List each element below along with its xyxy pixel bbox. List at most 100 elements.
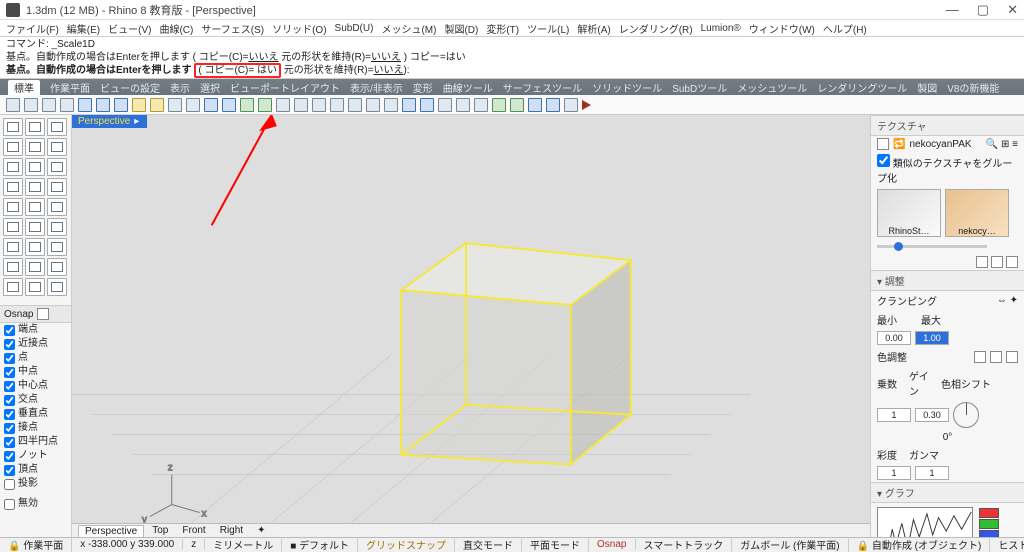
boolean-icon[interactable] — [3, 218, 23, 236]
texture-header[interactable]: テクスチャ — [871, 115, 1024, 136]
menu-lumion[interactable]: Lumion® — [701, 23, 741, 34]
group-icon[interactable] — [47, 238, 67, 256]
rotate-icon[interactable] — [186, 98, 200, 112]
grid-view-icon[interactable] — [976, 256, 988, 268]
extrude-icon[interactable] — [25, 198, 45, 216]
osnap-disable[interactable]: 無効 — [0, 497, 71, 511]
menu-solid[interactable]: ソリッド(O) — [272, 21, 326, 36]
graph-header[interactable]: ▾ グラフ — [871, 482, 1024, 503]
menu-help[interactable]: ヘルプ(H) — [823, 21, 867, 36]
t7-icon[interactable] — [474, 98, 488, 112]
menu-mesh[interactable]: メッシュ(M) — [381, 21, 436, 36]
t12-icon[interactable] — [564, 98, 578, 112]
osnap-cen[interactable]: 中心点 — [0, 379, 71, 393]
hue-dial[interactable] — [953, 402, 979, 428]
osnap-near[interactable]: 近接点 — [0, 337, 71, 351]
tab-subdtools[interactable]: SubDツール — [672, 80, 727, 95]
cut-icon[interactable] — [78, 98, 92, 112]
hatch-icon[interactable] — [47, 278, 67, 296]
menu-dim[interactable]: 製図(D) — [444, 21, 478, 36]
osnap-end[interactable]: 端点 — [0, 323, 71, 337]
texture-thumb-2[interactable]: nekocy… — [945, 189, 1009, 237]
status-history[interactable]: ヒストリを記録 — [990, 537, 1024, 552]
trim-icon[interactable] — [25, 218, 45, 236]
t2-icon[interactable] — [384, 98, 398, 112]
circle-icon[interactable] — [3, 158, 23, 176]
channel-b[interactable] — [979, 530, 999, 537]
layer-icon[interactable] — [276, 98, 290, 112]
scale-icon[interactable] — [3, 258, 23, 276]
panel-menu-icon[interactable] — [877, 138, 889, 150]
osnap-int[interactable]: 交点 — [0, 393, 71, 407]
tab-curvetools[interactable]: 曲線ツール — [443, 80, 493, 95]
pipe-icon[interactable] — [3, 198, 23, 216]
lasso-icon[interactable] — [25, 118, 45, 136]
multiplier[interactable]: 1 — [877, 408, 911, 422]
planar-icon[interactable] — [348, 98, 362, 112]
hide-icon[interactable] — [258, 98, 272, 112]
copy-icon[interactable] — [96, 98, 110, 112]
gamma[interactable]: 1 — [915, 466, 949, 480]
status-gumball[interactable]: ガムボール (作業平面) — [732, 537, 848, 552]
status-osnap[interactable]: Osnap — [589, 539, 635, 550]
menu-edit[interactable]: 編集(E) — [67, 21, 100, 36]
osnap-point[interactable]: 点 — [0, 351, 71, 365]
group-similar[interactable]: 類似のテクスチャをグループ化 — [877, 154, 1018, 185]
status-autocplane[interactable]: 🔒 自動作成 (オブジェクト) — [849, 537, 991, 552]
osnap-vertex[interactable]: 頂点 — [0, 463, 71, 477]
osnap-mid[interactable]: 中点 — [0, 365, 71, 379]
arc-icon[interactable] — [47, 138, 67, 156]
paste-icon[interactable] — [114, 98, 128, 112]
maximize-button[interactable]: ▢ — [977, 2, 989, 18]
open-icon[interactable] — [24, 98, 38, 112]
ca-i3[interactable] — [1006, 351, 1018, 363]
osnap-header[interactable]: Osnap — [0, 305, 71, 323]
copy-option-highlight[interactable]: ( コピー(C)= はい — [194, 63, 281, 78]
tab-standard[interactable]: 標準 — [8, 80, 40, 95]
menu-subd[interactable]: SubD(U) — [335, 23, 374, 34]
show-icon[interactable] — [240, 98, 254, 112]
undo-icon[interactable] — [132, 98, 146, 112]
tab-vplayout[interactable]: ビューポートレイアウト — [230, 80, 340, 95]
minimize-button[interactable]: — — [946, 2, 959, 18]
redo-icon[interactable] — [150, 98, 164, 112]
vp-tab-front[interactable]: Front — [176, 525, 211, 536]
array-icon[interactable] — [47, 258, 67, 276]
channel-g[interactable] — [979, 519, 999, 529]
sphere-icon[interactable] — [25, 178, 45, 196]
osnap-project[interactable]: 投影 — [0, 477, 71, 491]
tab-visibility[interactable]: 表示/非表示 — [350, 80, 403, 95]
tab-meshtools[interactable]: メッシュツール — [737, 80, 807, 95]
menu-transform[interactable]: 変形(T) — [486, 21, 519, 36]
saturation[interactable]: 1 — [877, 466, 911, 480]
tab-transform[interactable]: 変形 — [413, 80, 433, 95]
box-icon[interactable] — [3, 178, 23, 196]
menu-analyze[interactable]: 解析(A) — [577, 21, 610, 36]
t5-icon[interactable] — [438, 98, 452, 112]
join-icon[interactable] — [3, 238, 23, 256]
status-plane[interactable]: 🔒 作業平面 — [0, 537, 72, 552]
ca-i1[interactable] — [974, 351, 986, 363]
status-smarttrack[interactable]: スマートトラック — [636, 537, 733, 552]
tab-v8new[interactable]: V8の新機能 — [947, 80, 999, 95]
menu-curve[interactable]: 曲線(C) — [159, 21, 193, 36]
status-planar[interactable]: 平面モード — [522, 537, 589, 552]
vp-tab-top[interactable]: Top — [146, 525, 174, 536]
tab-rendertools[interactable]: レンダリングツール — [817, 80, 907, 95]
new-icon[interactable] — [6, 98, 20, 112]
t6-icon[interactable] — [456, 98, 470, 112]
tab-drafting[interactable]: 製図 — [917, 80, 937, 95]
text-icon[interactable] — [25, 278, 45, 296]
osnap-tan[interactable]: 接点 — [0, 421, 71, 435]
tab-setview[interactable]: ビューの設定 — [100, 80, 160, 95]
rect-icon[interactable] — [25, 158, 45, 176]
menu-file[interactable]: ファイル(F) — [6, 21, 59, 36]
save-icon[interactable] — [42, 98, 56, 112]
status-units[interactable]: ミリメートル — [205, 537, 282, 552]
selwin-icon[interactable] — [47, 118, 67, 136]
tree-view-icon[interactable] — [1006, 256, 1018, 268]
cplane-icon[interactable] — [204, 98, 218, 112]
t8-icon[interactable] — [492, 98, 506, 112]
tab-select[interactable]: 選択 — [200, 80, 220, 95]
t10-icon[interactable] — [528, 98, 542, 112]
